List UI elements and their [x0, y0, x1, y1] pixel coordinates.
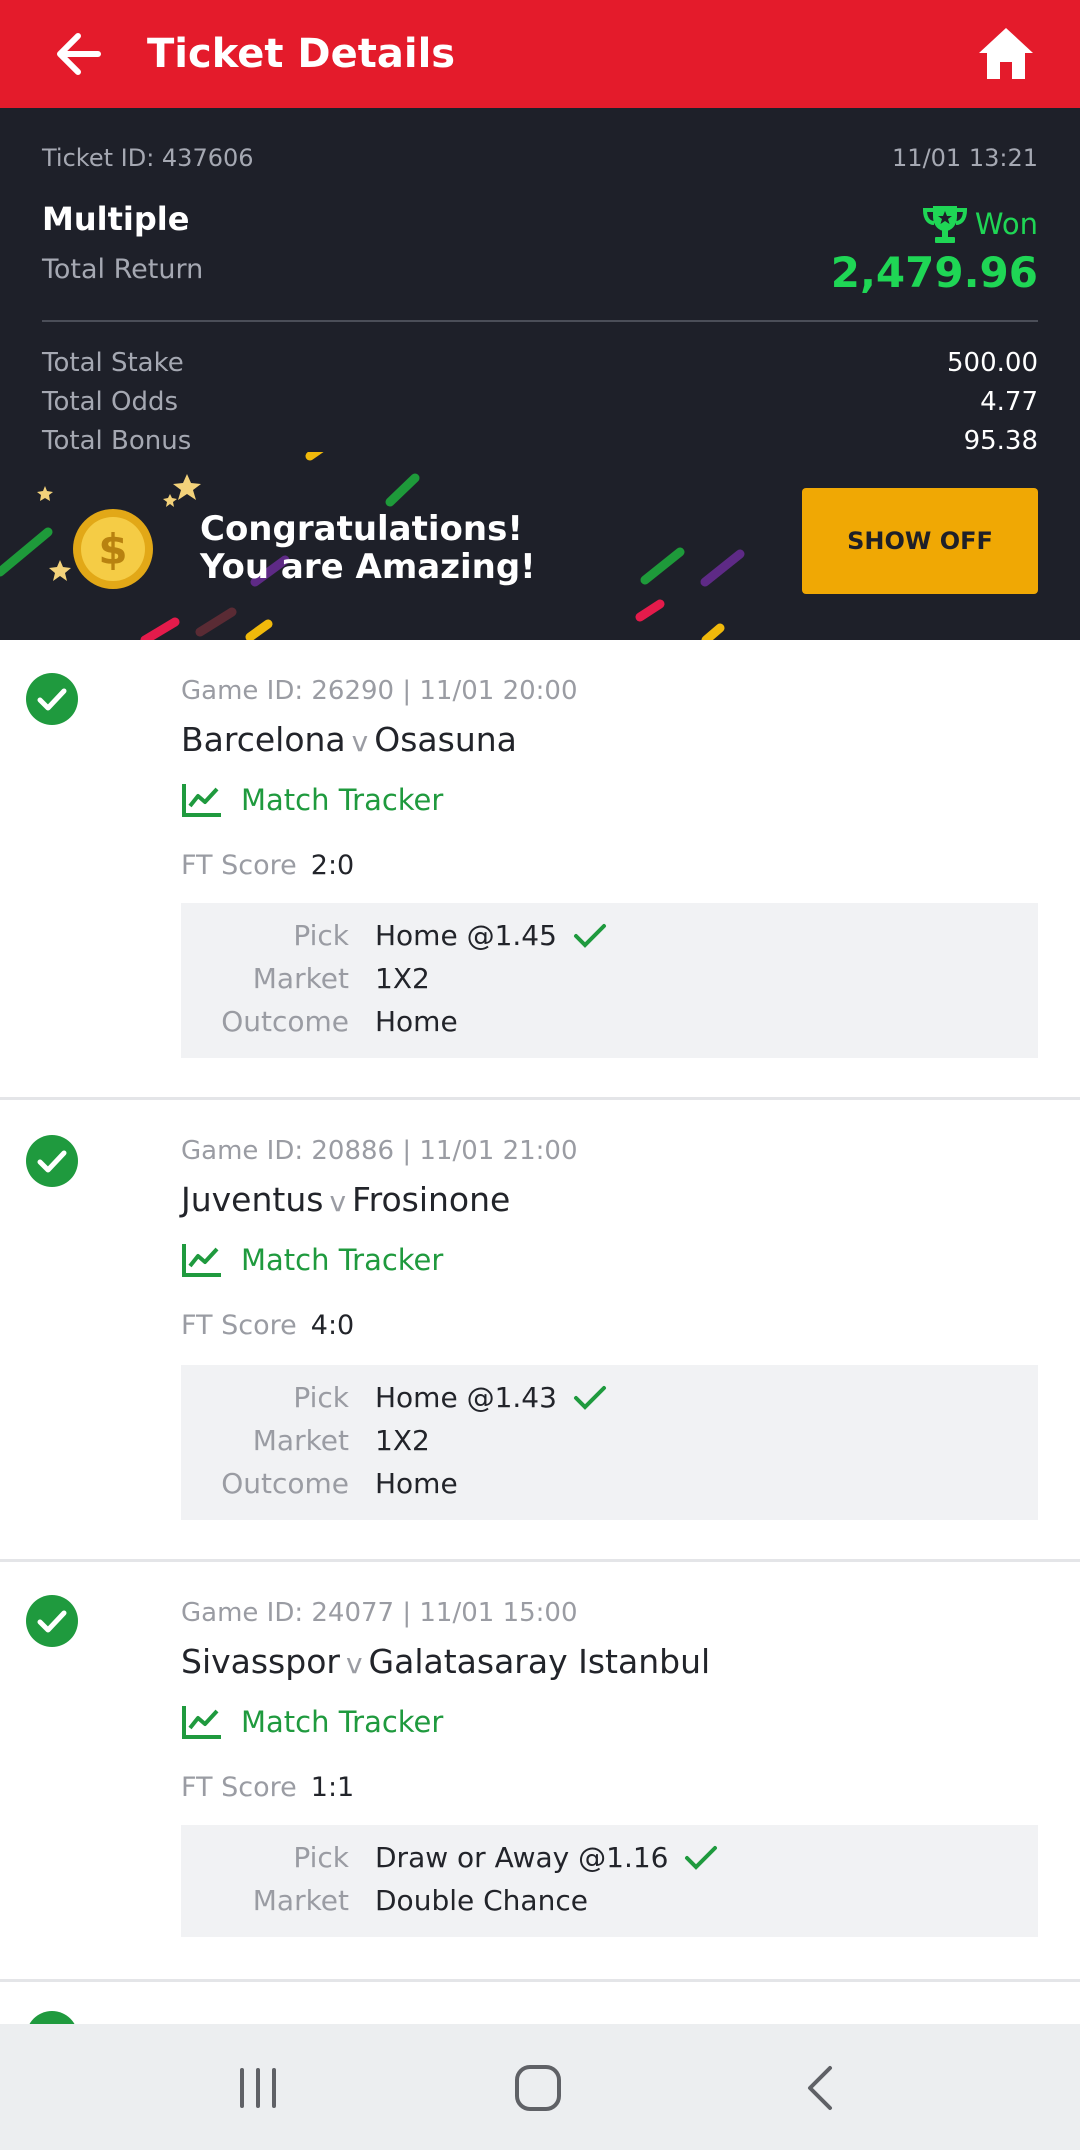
recent-apps-icon[interactable]	[228, 2064, 288, 2112]
outcome-value: Home	[375, 1467, 458, 1500]
total-odds-label: Total Odds	[42, 387, 179, 417]
match-tracker-link[interactable]: Match Tracker	[181, 1242, 443, 1278]
pick-text: Home @1.43	[375, 1381, 557, 1414]
ft-score-label: FT Score	[181, 850, 297, 881]
congrats-line-2: You are Amazing!	[200, 547, 536, 587]
line-chart-icon	[182, 1244, 221, 1277]
game-meta: Game ID: 26290 | 11/01 20:00	[181, 676, 578, 706]
ticket-datetime: 11/01 13:21	[892, 144, 1038, 172]
total-odds-row: Total Odds 4.77	[42, 387, 1038, 423]
ticket-id: Ticket ID: 437606	[42, 144, 254, 172]
total-stake-label: Total Stake	[42, 348, 184, 378]
show-off-button[interactable]: SHOW OFF	[802, 488, 1038, 594]
total-stake-row: Total Stake 500.00	[42, 348, 1038, 384]
ft-score-value: 4:0	[310, 1310, 355, 1341]
market-label: Market	[252, 962, 349, 995]
ticket-summary: Ticket ID: 437606 11/01 13:21 Multiple T…	[0, 108, 1080, 640]
game-meta: Game ID: 20886 | 11/01 21:00	[181, 1136, 578, 1166]
svg-text:$: $	[98, 525, 127, 574]
pick-value: Home @1.43	[375, 1381, 607, 1414]
bet-details: Pick Draw or Away @1.16 Market Double Ch…	[181, 1825, 1038, 1937]
ft-score-label: FT Score	[181, 1772, 297, 1803]
home-team: Sivasspor	[181, 1642, 340, 1681]
line-chart-icon	[182, 784, 221, 817]
checkmark-icon	[573, 1385, 606, 1410]
divider	[42, 320, 1038, 322]
ft-score-value: 2:0	[310, 850, 355, 881]
match-tracker-link[interactable]: Match Tracker	[181, 782, 443, 818]
total-return-label: Total Return	[42, 254, 204, 285]
ft-score: FT Score 1:1	[181, 1772, 354, 1803]
home-team: Juventus	[181, 1180, 324, 1219]
match-tracker-link[interactable]: Match Tracker	[181, 1704, 443, 1740]
total-stake-value: 500.00	[947, 348, 1038, 378]
congrats-line-1: Congratulations!	[200, 509, 523, 549]
match-teams: Juventus v Frosinone	[181, 1180, 510, 1219]
check-circle-icon	[26, 673, 78, 725]
match-teams: Sivasspor v Galatasaray Istanbul	[181, 1642, 710, 1681]
pick-label: Pick	[293, 1841, 349, 1874]
status-badge: Won	[921, 202, 1038, 246]
outcome-label: Outcome	[221, 1467, 349, 1500]
pick-label: Pick	[293, 1381, 349, 1414]
outcome-value: Home	[375, 1005, 458, 1038]
pick-label: Pick	[293, 919, 349, 952]
app-bar: Ticket Details	[0, 0, 1080, 108]
versus: v	[329, 1185, 347, 1218]
checkmark-icon	[685, 1845, 718, 1870]
pick-value: Home @1.45	[375, 919, 607, 952]
versus: v	[351, 725, 369, 758]
market-value: 1X2	[375, 962, 430, 995]
away-team: Galatasaray Istanbul	[368, 1642, 711, 1681]
market-label: Market	[252, 1424, 349, 1457]
game-meta: Game ID: 24077 | 11/01 15:00	[181, 1598, 578, 1628]
game-card: Game ID: 20886 | 11/01 21:00 Juventus v Fr…	[0, 1100, 1080, 1562]
system-nav-bar	[0, 2024, 1080, 2150]
home-icon[interactable]	[976, 24, 1036, 84]
away-team: Frosinone	[352, 1180, 511, 1219]
pick-text: Draw or Away @1.16	[375, 1841, 669, 1874]
away-team: Osasuna	[374, 720, 517, 759]
checkmark-icon	[573, 923, 606, 948]
match-tracker-label: Match Tracker	[241, 1243, 444, 1277]
divider	[0, 1979, 1080, 1982]
arrow-left-icon[interactable]	[50, 26, 106, 82]
dollar-coin-icon: $	[73, 509, 153, 589]
status-text: Won	[974, 207, 1038, 241]
outcome-label: Outcome	[221, 1005, 349, 1038]
ft-score-value: 1:1	[310, 1772, 355, 1803]
pick-value: Draw or Away @1.16	[375, 1841, 718, 1874]
game-card: Game ID: 24077 | 11/01 15:00 Sivasspor v G…	[0, 1562, 1080, 1982]
ft-score: FT Score 2:0	[181, 850, 354, 881]
total-return-value: 2,479.96	[830, 248, 1038, 297]
nav-back-icon[interactable]	[792, 2064, 852, 2112]
bet-details: Pick Home @1.43 Market 1X2 Outcome Home	[181, 1365, 1038, 1520]
page-title: Ticket Details	[147, 31, 456, 77]
bet-type: Multiple	[42, 200, 190, 238]
check-circle-icon	[26, 1135, 78, 1187]
market-value: Double Chance	[375, 1884, 588, 1917]
ft-score: FT Score 4:0	[181, 1310, 354, 1341]
match-tracker-label: Match Tracker	[241, 1705, 444, 1739]
bet-details: Pick Home @1.45 Market 1X2 Outcome Home	[181, 903, 1038, 1058]
check-circle-icon	[26, 1595, 78, 1647]
ft-score-label: FT Score	[181, 1310, 297, 1341]
line-chart-icon	[182, 1706, 221, 1739]
versus: v	[345, 1647, 363, 1680]
match-tracker-label: Match Tracker	[241, 783, 444, 817]
congrats-message: Congratulations! You are Amazing!	[200, 510, 536, 586]
market-label: Market	[252, 1884, 349, 1917]
game-card: Game ID: 26290 | 11/01 20:00 Barcelona v O…	[0, 640, 1080, 1100]
market-value: 1X2	[375, 1424, 430, 1457]
match-teams: Barcelona v Osasuna	[181, 720, 517, 759]
total-odds-value: 4.77	[980, 387, 1038, 417]
pick-text: Home @1.45	[375, 919, 557, 952]
home-team: Barcelona	[181, 720, 346, 759]
trophy-icon	[922, 206, 967, 243]
nav-home-icon[interactable]	[508, 2064, 568, 2112]
